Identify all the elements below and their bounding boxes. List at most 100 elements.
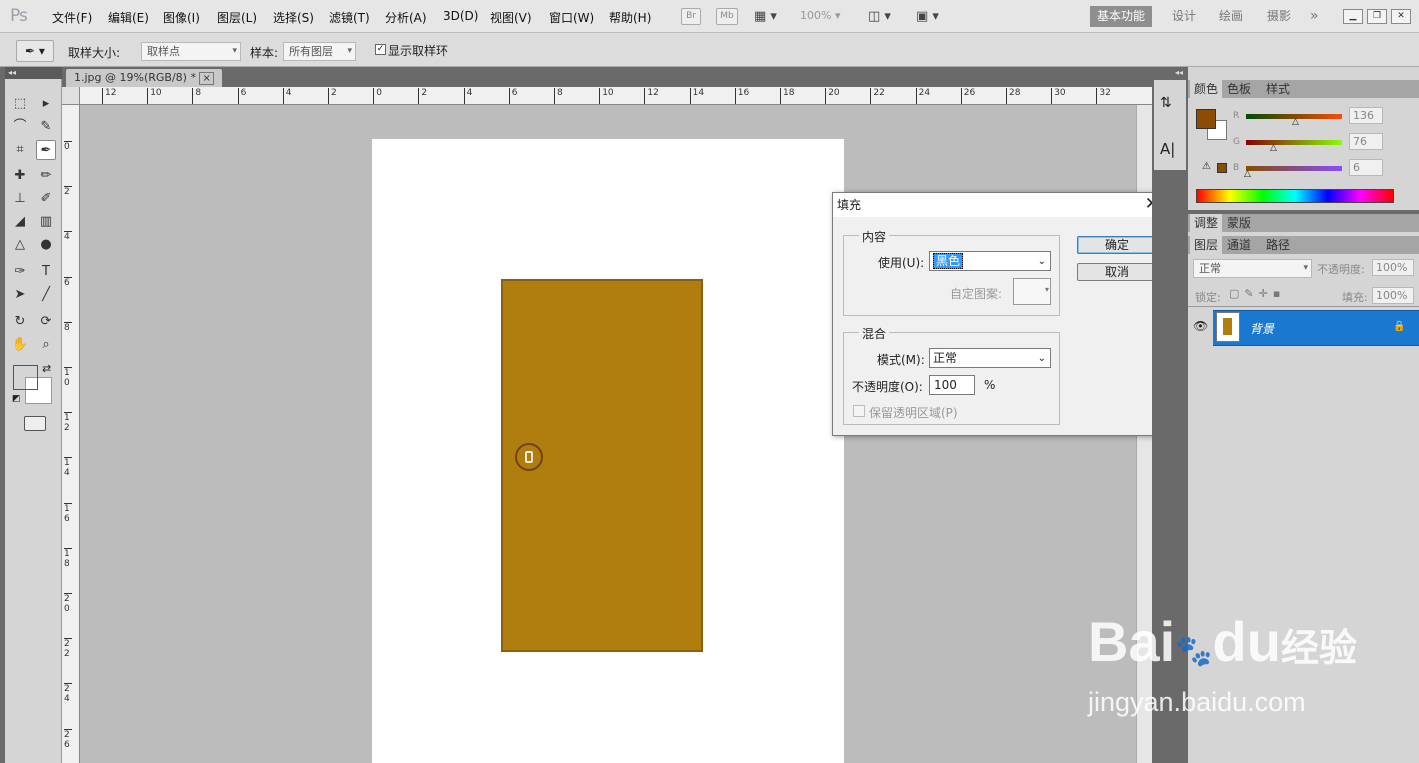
- mode-select[interactable]: 正常 ⌄: [929, 348, 1051, 368]
- view-extras-icon[interactable]: ▦ ▾: [754, 9, 777, 24]
- workspace-basic[interactable]: 基本功能: [1090, 6, 1153, 27]
- b-value[interactable]: 6: [1349, 159, 1383, 176]
- panel-foreground-swatch[interactable]: [1196, 109, 1216, 129]
- ruler-origin[interactable]: [62, 87, 80, 105]
- lasso-icon[interactable]: ⌒: [10, 117, 30, 137]
- use-select[interactable]: 黑色 ⌄: [929, 251, 1051, 271]
- layer-visibility-eye-icon[interactable]: 👁: [1193, 319, 1208, 333]
- tab-close-icon[interactable]: ×: [199, 72, 214, 85]
- show-ring-checkbox[interactable]: ✓: [375, 44, 386, 55]
- tab-swatches[interactable]: 色板: [1223, 80, 1255, 98]
- minimize-icon[interactable]: ▁: [1343, 9, 1363, 24]
- workspace-paint[interactable]: 绘画: [1212, 6, 1250, 27]
- layer-blend-mode-select[interactable]: 正常 ▾: [1193, 259, 1312, 278]
- gamut-warning-icon[interactable]: ⚠: [1202, 161, 1211, 172]
- menu-window[interactable]: 窗口(W): [549, 9, 594, 26]
- history-panel-icon[interactable]: ⇅: [1160, 95, 1172, 111]
- healing-icon[interactable]: ✚: [10, 166, 30, 186]
- eyedropper-icon[interactable]: ✒: [36, 140, 56, 160]
- tab-layers[interactable]: 图层: [1190, 236, 1223, 254]
- zoom-icon[interactable]: ⌕: [36, 335, 56, 355]
- r-slider-thumb[interactable]: △: [1292, 117, 1299, 127]
- layer-opacity-value[interactable]: 100%: [1372, 259, 1414, 276]
- move-icon[interactable]: ▸: [36, 94, 56, 114]
- screen-mode-icon[interactable]: ▣ ▾: [916, 9, 939, 24]
- ok-button[interactable]: 确定: [1077, 236, 1157, 254]
- b-slider[interactable]: [1246, 166, 1342, 171]
- document-tab[interactable]: 1.jpg @ 19%(RGB/8) * ×: [66, 69, 222, 87]
- eyedropper-preset-icon[interactable]: ✒ ▾: [16, 40, 54, 62]
- swap-colors-icon[interactable]: ⇄: [42, 362, 51, 375]
- layer-row-background[interactable]: [1213, 310, 1419, 346]
- gradient-icon[interactable]: ▥: [36, 212, 56, 232]
- preserve-transparency-checkbox[interactable]: [853, 405, 865, 417]
- restore-icon[interactable]: ❐: [1367, 9, 1387, 24]
- tab-adjustments[interactable]: 调整: [1190, 214, 1223, 232]
- type-icon[interactable]: T: [36, 262, 56, 282]
- g-slider-thumb[interactable]: △: [1270, 143, 1277, 153]
- horizontal-ruler[interactable]: 12 10 8 6 4 2 0 2 4 6 8 10 12 14 16 18 20 22 24 26 28 30 32: [62, 87, 1152, 105]
- lock-icons[interactable]: ▢✎✛▪: [1229, 287, 1285, 300]
- workspace-more[interactable]: »: [1303, 6, 1326, 27]
- stamp-icon[interactable]: ⊥: [10, 189, 30, 209]
- menu-analysis[interactable]: 分析(A): [385, 9, 427, 26]
- 3d-orbit-icon[interactable]: ⟳: [36, 312, 56, 332]
- dock-collapse-icon[interactable]: ◂◂: [1175, 68, 1183, 77]
- ruler-h-tick: 22: [870, 88, 885, 104]
- menu-help[interactable]: 帮助(H): [609, 9, 651, 26]
- menu-view[interactable]: 视图(V): [490, 9, 532, 26]
- menu-image[interactable]: 图像(I): [163, 9, 200, 26]
- minibridge-icon[interactable]: Mb: [716, 8, 738, 25]
- tab-channels[interactable]: 通道: [1223, 236, 1255, 254]
- b-slider-thumb[interactable]: △: [1244, 169, 1251, 179]
- color-spectrum[interactable]: [1196, 189, 1394, 203]
- marquee-icon[interactable]: ⬚: [10, 94, 30, 114]
- quick-select-icon[interactable]: ✎: [36, 117, 56, 137]
- ruler-h-tick: 20: [825, 88, 840, 104]
- g-slider[interactable]: [1246, 140, 1342, 145]
- menu-filter[interactable]: 滤镜(T): [329, 9, 370, 26]
- arrange-documents-icon[interactable]: ◫ ▾: [868, 9, 891, 24]
- line-icon[interactable]: ╱: [36, 285, 56, 305]
- fill-value[interactable]: 100%: [1372, 287, 1414, 304]
- layer-name[interactable]: 背景: [1250, 320, 1274, 337]
- eraser-icon[interactable]: ◢: [10, 212, 30, 232]
- tab-color[interactable]: 颜色: [1190, 80, 1223, 98]
- tab-masks[interactable]: 蒙版: [1223, 214, 1255, 232]
- brush-icon[interactable]: ✏: [36, 166, 56, 186]
- custom-pattern-picker[interactable]: ▾: [1013, 278, 1051, 305]
- menu-3d[interactable]: 3D(D): [443, 9, 478, 23]
- bridge-icon[interactable]: Br: [681, 8, 701, 25]
- opacity-input[interactable]: 100: [929, 375, 975, 395]
- default-colors-icon[interactable]: ◩: [12, 394, 21, 404]
- pen-icon[interactable]: ✑: [10, 262, 30, 282]
- gamut-swatch[interactable]: [1217, 163, 1227, 173]
- menu-file[interactable]: 文件(F): [52, 9, 92, 26]
- g-value[interactable]: 76: [1349, 133, 1383, 150]
- blur-icon[interactable]: △: [10, 235, 30, 255]
- sample-select[interactable]: 所有图层 ▾: [283, 42, 356, 61]
- cancel-button[interactable]: 取消: [1077, 263, 1157, 281]
- 3d-rotate-icon[interactable]: ↻: [10, 312, 30, 332]
- hand-icon[interactable]: ✋: [10, 335, 30, 355]
- workspace-design[interactable]: 设计: [1165, 6, 1203, 27]
- menu-edit[interactable]: 编辑(E): [108, 9, 149, 26]
- menu-layer[interactable]: 图层(L): [217, 9, 257, 26]
- tab-paths[interactable]: 路径: [1262, 236, 1294, 254]
- path-select-icon[interactable]: ➤: [10, 285, 30, 305]
- vertical-ruler[interactable]: 0 2 4 6 8 10 12 14 16 18 20 22 24 26: [62, 105, 80, 763]
- history-brush-icon[interactable]: ✐: [36, 189, 56, 209]
- workspace-photo[interactable]: 摄影: [1260, 6, 1298, 27]
- foreground-color-swatch[interactable]: [13, 365, 38, 390]
- quick-mask-icon[interactable]: [24, 416, 46, 431]
- close-icon[interactable]: ✕: [1391, 9, 1411, 24]
- zoom-combo[interactable]: 100% ▾: [800, 9, 840, 22]
- tab-styles[interactable]: 样式: [1262, 80, 1294, 98]
- menu-select[interactable]: 选择(S): [273, 9, 314, 26]
- tools-panel-header[interactable]: ◂◂: [5, 67, 62, 79]
- r-value[interactable]: 136: [1349, 107, 1383, 124]
- character-panel-icon[interactable]: A|: [1160, 140, 1175, 158]
- dodge-icon[interactable]: ●: [36, 235, 56, 255]
- sample-size-select[interactable]: 取样点 ▾: [141, 42, 241, 61]
- crop-icon[interactable]: ⌗: [10, 140, 30, 160]
